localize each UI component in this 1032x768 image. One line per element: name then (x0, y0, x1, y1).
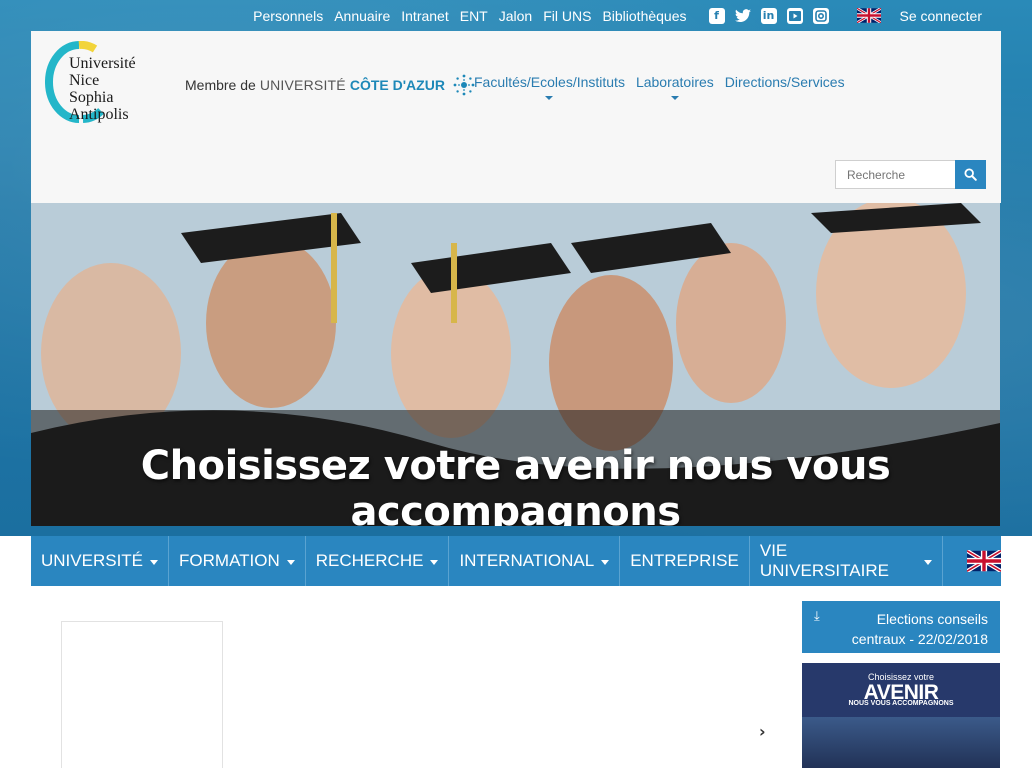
membre-uca[interactable]: Membre de UNIVERSITÉ CÔTE D'AZUR (185, 72, 477, 98)
nav-item-recherche-label: RECHERCHE (315, 551, 424, 570)
header-link-directions-label: Directions/Services (724, 74, 845, 90)
facebook-icon[interactable]: f (708, 7, 725, 24)
topbar-link-jalon[interactable]: Jalon (499, 8, 532, 24)
hero-slogan: Choisissez votre avenir nous vous accomp… (140, 443, 891, 526)
nav-item-universite[interactable]: UNIVERSITÉ (31, 536, 170, 586)
logo-line-2: Nice (69, 72, 100, 89)
nav-item-universite-label: UNIVERSITÉ (41, 551, 144, 570)
twitter-icon[interactable] (734, 8, 751, 24)
uca-label-2: CÔTE D'AZUR (349, 77, 445, 93)
header-link-facultes[interactable]: Facultés/Ecoles/Instituts (474, 74, 625, 100)
chevron-right-icon[interactable]: › (759, 722, 766, 741)
search-form (835, 160, 986, 189)
nav-language (943, 536, 1001, 586)
logo-line-1: Université (69, 55, 136, 72)
topbar-link-intranet[interactable]: Intranet (401, 8, 448, 24)
uk-flag-icon[interactable] (967, 550, 1001, 572)
nav-item-international-label: INTERNATIONAL (459, 551, 595, 570)
logo-line-3: Sophia Antipolis (69, 89, 129, 123)
download-icon: ⤓ (814, 609, 820, 624)
chevron-down-icon (601, 560, 610, 565)
social-links: f in (699, 7, 829, 24)
header-links: Facultés/Ecoles/Instituts Laboratoires D… (474, 74, 856, 100)
header-link-laboratoires-label: Laboratoires (635, 74, 714, 90)
elections-banner[interactable]: ⤓ Elections conseils centraux - 22/02/20… (802, 601, 1000, 653)
topbar-link-ent[interactable]: ENT (460, 8, 488, 24)
topbar-link-fil-uns[interactable]: Fil UNS (543, 8, 591, 24)
chevron-down-icon (924, 560, 932, 565)
promo-photo (802, 717, 1000, 768)
topbar-link-bibliotheques[interactable]: Bibliothèques (602, 8, 686, 24)
logo-text: Université Nice Sophia Antipolis (69, 55, 171, 123)
hero-banner[interactable]: Choisissez votre avenir nous vous accomp… (31, 203, 1000, 526)
chevron-down-icon (286, 560, 295, 565)
chevron-down-icon (670, 96, 679, 100)
search-icon (964, 168, 977, 181)
nav-item-entreprise[interactable]: ENTREPRISE (620, 536, 750, 586)
search-button[interactable] (955, 160, 986, 189)
chevron-down-icon (430, 560, 439, 565)
news-card[interactable] (61, 621, 223, 768)
elections-line-2: centraux - 22/02/2018 (851, 631, 988, 647)
header-link-facultes-label: Facultés/Ecoles/Instituts (474, 74, 625, 90)
nav-item-recherche[interactable]: RECHERCHE (306, 536, 450, 586)
nav-item-entreprise-label: ENTREPRISE (630, 551, 739, 570)
elections-line-1: Elections conseils (876, 611, 988, 627)
nav-item-formation[interactable]: FORMATION (169, 536, 306, 586)
topbar-link-annuaire[interactable]: Annuaire (334, 8, 390, 24)
uca-label-1: UNIVERSITÉ (259, 77, 346, 93)
youtube-icon[interactable] (786, 7, 803, 24)
site-header: Université Nice Sophia Antipolis Membre … (31, 31, 1001, 203)
linkedin-icon[interactable]: in (760, 7, 777, 24)
uk-flag-icon[interactable] (856, 8, 881, 23)
main-nav: UNIVERSITÉ FORMATION RECHERCHE INTERNATI… (31, 536, 1001, 586)
top-utility-bar: Personnels Annuaire Intranet ENT Jalon F… (0, 0, 1032, 31)
search-input[interactable] (835, 160, 955, 189)
nav-item-formation-label: FORMATION (179, 551, 280, 570)
topbar-link-personnels[interactable]: Personnels (253, 8, 323, 24)
nav-item-vie-universitaire-label: VIE UNIVERSITAIRE (759, 541, 889, 580)
nav-item-international[interactable]: INTERNATIONAL (449, 536, 621, 586)
university-logo[interactable]: Université Nice Sophia Antipolis (45, 41, 171, 123)
chevron-down-icon (545, 96, 554, 100)
promo-banner[interactable]: Choisissez votre AVENIR NOUS VOUS ACCOMP… (802, 663, 1000, 768)
login-link[interactable]: Se connecter (900, 8, 983, 24)
header-link-directions[interactable]: Directions/Services (725, 74, 845, 90)
nav-item-vie-universitaire[interactable]: VIE UNIVERSITAIRE (750, 536, 943, 586)
instagram-icon[interactable] (812, 7, 829, 24)
membre-prefix: Membre de (185, 77, 256, 93)
chevron-down-icon (150, 560, 159, 565)
promo-text-3: NOUS VOUS ACCOMPAGNONS (848, 700, 954, 707)
header-link-laboratoires[interactable]: Laboratoires (635, 74, 714, 100)
